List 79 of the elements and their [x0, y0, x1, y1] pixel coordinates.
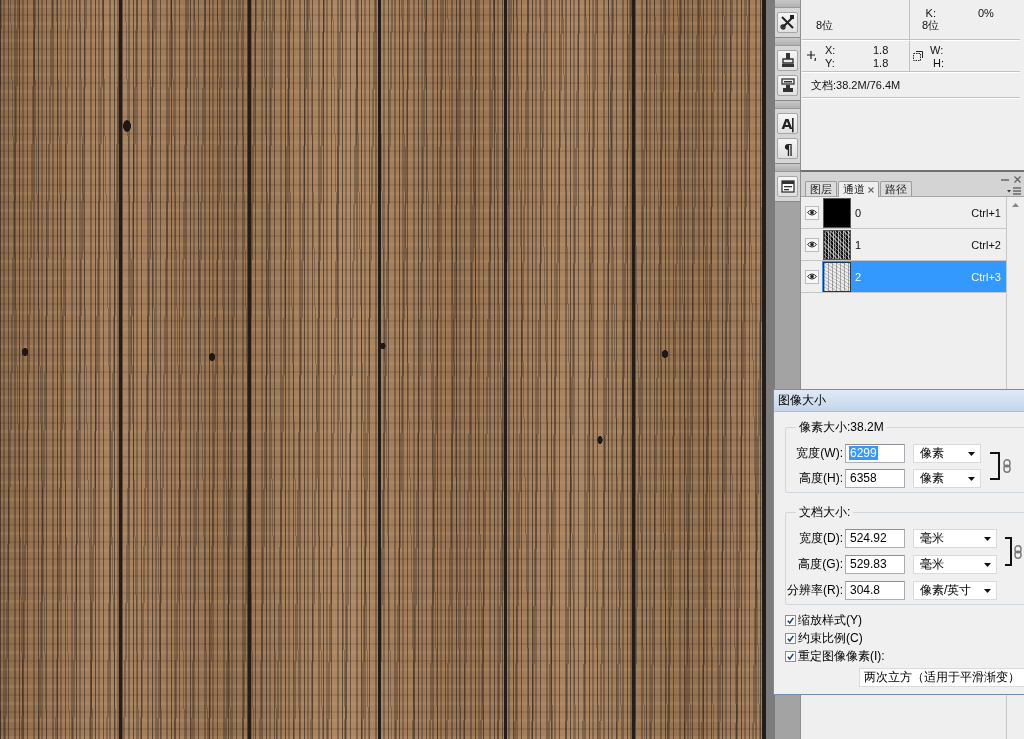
visibility-toggle[interactable] — [805, 269, 819, 284]
eye-icon — [807, 273, 817, 280]
field-label: 宽度(D): — [799, 530, 843, 547]
channel-name: 2 — [855, 270, 862, 283]
info-value: 1.8 — [873, 43, 889, 56]
group-legend: 文档大小: — [796, 505, 854, 519]
caret-icon — [984, 562, 991, 567]
stamp-pad-icon — [780, 78, 795, 93]
panel-tab[interactable]: 图层 — [805, 181, 837, 196]
panel-button[interactable]: A| — [777, 113, 798, 134]
caret-icon — [984, 536, 991, 541]
unit-dropdown[interactable]: 像素/英寸 — [913, 581, 997, 600]
unit-dropdown[interactable]: 毫米 — [913, 529, 997, 548]
close-icon[interactable] — [868, 186, 874, 193]
eye-icon — [807, 241, 817, 248]
number-input[interactable]: 6358 — [845, 469, 905, 488]
caret-icon — [968, 476, 975, 481]
chain-link-icon — [1003, 459, 1011, 473]
crossed-tools-icon — [780, 15, 795, 30]
panel-tab[interactable]: 路径 — [880, 181, 912, 196]
shortcut-label: Ctrl+2 — [971, 238, 1001, 251]
info-label: K: — [924, 6, 936, 19]
field-label: 宽度(W): — [796, 445, 843, 462]
panel-menu-icon[interactable] — [1007, 187, 1021, 195]
checkbox[interactable] — [785, 650, 796, 662]
panel-button[interactable] — [777, 12, 798, 33]
panel-button[interactable] — [777, 176, 798, 197]
checkmark-icon — [787, 634, 794, 642]
field-label: 高度(G): — [798, 556, 843, 573]
checkbox[interactable] — [785, 632, 796, 644]
checkmark-icon — [787, 652, 794, 660]
chain-link-icon — [1014, 544, 1022, 559]
bit-depth-label: 8位 — [922, 18, 940, 33]
number-input[interactable]: 529.83 — [845, 555, 905, 574]
info-label: H: — [933, 56, 944, 69]
info-value: 1.8 — [873, 56, 889, 69]
minimize-icon[interactable] — [1001, 176, 1009, 183]
dialog-title: 图像大小 — [778, 392, 826, 409]
close-icon[interactable] — [1014, 176, 1021, 183]
info-label: W: — [930, 43, 944, 56]
field-label: 高度(H): — [799, 470, 843, 487]
resample-dropdown[interactable]: 两次立方（适用于平滑渐变） — [859, 668, 1024, 687]
crosshair-icon — [807, 51, 817, 61]
panel-button[interactable] — [777, 50, 798, 71]
checkbox-label[interactable]: 约束比例(C) — [798, 629, 863, 647]
group-legend: 像素大小:38.2M — [796, 420, 887, 434]
field-label: 分辨率(R): — [787, 582, 843, 599]
document-size-label: 文档:38.2M/76.4M — [811, 77, 901, 93]
unit-dropdown[interactable]: 像素 — [913, 444, 981, 463]
checkmark-icon — [787, 616, 794, 624]
checkbox-label[interactable]: 缩放样式(Y) — [798, 611, 862, 629]
channel-row[interactable]: 0 Ctrl+1 — [801, 197, 1006, 229]
bit-depth-label: 8位 — [816, 18, 834, 33]
panel-button[interactable] — [777, 75, 798, 96]
channel-name: 0 — [855, 206, 862, 219]
panel-button[interactable]: ¶ — [777, 138, 798, 159]
info-value: 0% — [978, 6, 994, 19]
checkbox-label[interactable]: 重定图像像素(I): — [798, 647, 885, 665]
shortcut-label: Ctrl+3 — [971, 270, 1001, 283]
info-label: X: — [825, 43, 837, 56]
caret-icon — [984, 588, 991, 593]
scroll-up-arrow-icon[interactable] — [1012, 203, 1019, 207]
caret-icon — [968, 451, 975, 456]
panel-tab[interactable]: 通道 — [838, 181, 879, 197]
channel-row[interactable]: 1 Ctrl+2 — [801, 229, 1006, 261]
unit-dropdown[interactable]: 毫米 — [913, 555, 997, 574]
visibility-toggle[interactable] — [805, 237, 819, 252]
shortcut-label: Ctrl+1 — [971, 206, 1001, 219]
number-input[interactable]: 304.8 — [845, 581, 905, 600]
info-label: Y: — [825, 56, 836, 69]
number-input[interactable]: 524.92 — [845, 529, 905, 548]
visibility-toggle[interactable] — [805, 205, 819, 220]
dashed-rectangle-icon — [913, 51, 923, 61]
stamp-icon — [780, 53, 795, 68]
unit-dropdown[interactable]: 像素 — [913, 469, 981, 488]
panel-window-icon — [780, 180, 795, 193]
eye-icon — [807, 209, 817, 216]
checkbox[interactable] — [785, 614, 796, 626]
channel-name: 1 — [855, 238, 862, 251]
